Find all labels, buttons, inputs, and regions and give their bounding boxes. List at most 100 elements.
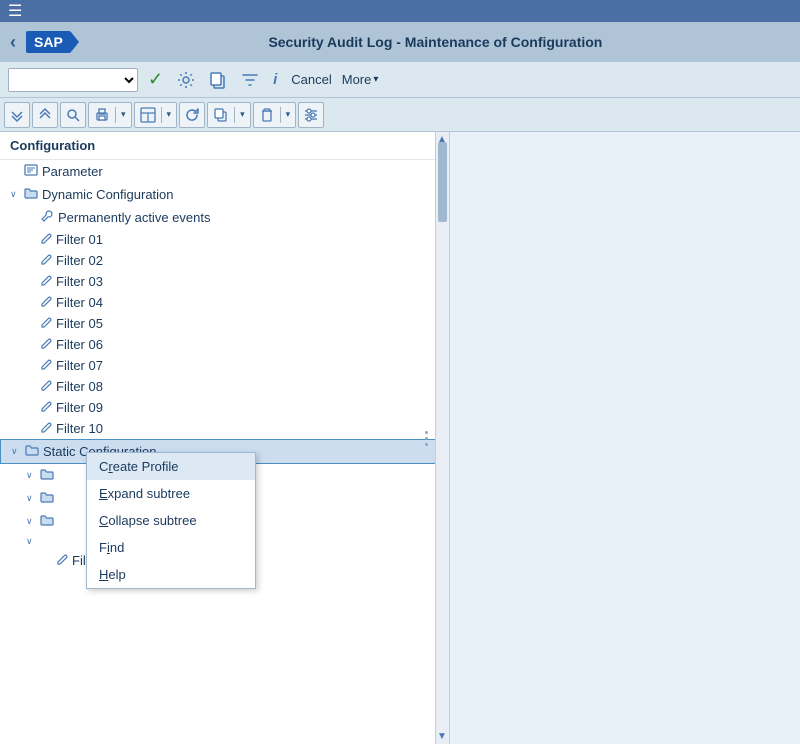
tree-item-label: Filter 02 [56, 253, 103, 268]
drag-dot [425, 443, 428, 446]
copy-button[interactable] [205, 69, 231, 91]
more-button[interactable]: More ▾ [342, 72, 379, 87]
layout-group: ▾ [134, 102, 178, 128]
page-title: Security Audit Log - Maintenance of Conf… [81, 34, 790, 50]
scroll-thumb[interactable] [438, 142, 447, 222]
expand-icon: ∨ [11, 446, 23, 457]
collapse-all-button[interactable] [32, 102, 58, 128]
context-menu-item-expand-subtree[interactable]: Expand subtree [87, 480, 255, 507]
tree-item-label: Parameter [42, 164, 103, 179]
tree-item-label: Filter 01 [56, 232, 103, 247]
edit-icon [40, 253, 52, 268]
print-button[interactable] [89, 103, 115, 127]
cancel-button[interactable]: Cancel [287, 70, 335, 89]
edit-icon [40, 295, 52, 310]
tree-header: Configuration [0, 132, 449, 160]
list-item[interactable]: Filter 08 [0, 376, 449, 397]
underline-char: i [107, 540, 110, 555]
tree-item-label: Filter 08 [56, 379, 103, 394]
delete-dropdown[interactable]: ▾ [281, 103, 296, 127]
tree-item-label: Filter 03 [56, 274, 103, 289]
underline-char: r [108, 459, 112, 474]
folder-icon [40, 490, 54, 507]
scroll-down-arrow[interactable]: ▼ [435, 731, 449, 742]
folder-icon [40, 513, 54, 530]
toolbar-select[interactable] [8, 68, 138, 92]
back-button[interactable]: ‹ [10, 32, 16, 53]
layout-dropdown[interactable]: ▾ [162, 103, 177, 127]
print-group: ▾ [88, 102, 132, 128]
search-button[interactable] [60, 102, 86, 128]
right-panel [450, 132, 800, 744]
expand-icon: ∨ [10, 189, 22, 200]
layout-button[interactable] [135, 103, 161, 127]
drag-handle[interactable] [423, 423, 429, 453]
copy2-button[interactable] [208, 103, 234, 127]
options-button[interactable] [298, 102, 324, 128]
wrench-icon [40, 209, 54, 226]
folder-icon [24, 186, 38, 203]
underline-char: E [99, 486, 108, 501]
main-content: Configuration Parameter ∨ [0, 132, 800, 744]
expand-all-button[interactable] [4, 102, 30, 128]
refresh-button[interactable] [179, 102, 205, 128]
edit-icon [40, 232, 52, 247]
list-item[interactable]: Permanently active events [0, 206, 449, 229]
expand-icon: ∨ [26, 516, 38, 527]
list-item[interactable]: Filter 07 [0, 355, 449, 376]
edit-icon [40, 358, 52, 373]
tree-item-label: Filter 09 [56, 400, 103, 415]
tree-panel: Configuration Parameter ∨ [0, 132, 450, 744]
edit-icon [40, 274, 52, 289]
info-button[interactable]: i [269, 69, 281, 90]
list-item[interactable]: ∨ Dynamic Configuration [0, 183, 449, 206]
check-button[interactable]: ✓ [144, 67, 167, 92]
edit-icon [40, 337, 52, 352]
list-item[interactable]: Filter 05 [0, 313, 449, 334]
drag-dot [425, 431, 428, 434]
tree-scrollbar[interactable]: ▲ ▼ [435, 132, 449, 744]
list-item[interactable]: Filter 03 [0, 271, 449, 292]
drag-dot [425, 437, 428, 440]
settings-button[interactable] [173, 69, 199, 91]
print-dropdown[interactable]: ▾ [116, 103, 131, 127]
copy2-dropdown[interactable]: ▾ [235, 103, 250, 127]
delete-group: ▾ [253, 102, 297, 128]
secondary-toolbar: ▾ ▾ ▾ [0, 98, 800, 132]
list-item[interactable]: Filter 01 [0, 229, 449, 250]
tree-item-label: Filter 07 [56, 358, 103, 373]
tree-item-label: Filter 10 [56, 421, 103, 436]
underline-char: C [99, 513, 108, 528]
list-item[interactable]: Filter 04 [0, 292, 449, 313]
list-item[interactable]: Parameter [0, 160, 449, 183]
tree-body[interactable]: Parameter ∨ Dynamic Configuration [0, 160, 449, 742]
list-item[interactable]: Filter 06 [0, 334, 449, 355]
expand-icon: ∨ [26, 536, 38, 547]
context-menu-item-collapse-subtree[interactable]: Collapse subtree [87, 507, 255, 534]
expand-icon: ∨ [26, 493, 38, 504]
folder-icon [25, 443, 39, 460]
edit-icon [40, 316, 52, 331]
tree-item-label: Filter 05 [56, 316, 103, 331]
tree-item-label: Permanently active events [58, 210, 210, 225]
edit-icon [40, 421, 52, 436]
list-item[interactable]: Filter 10 [0, 418, 449, 439]
edit-icon [40, 400, 52, 415]
filter-button[interactable] [237, 69, 263, 91]
edit-icon [56, 553, 68, 568]
main-toolbar: ✓ i Cancel More ▾ [0, 62, 800, 98]
edit-icon [40, 379, 52, 394]
context-menu-item-help[interactable]: Help [87, 561, 255, 588]
hamburger-icon[interactable]: ☰ [8, 1, 22, 21]
tree-item-label: Dynamic Configuration [42, 187, 174, 202]
parameter-icon [24, 163, 38, 180]
context-menu-item-create-profile[interactable]: Create Profile [87, 453, 255, 480]
delete-button[interactable] [254, 103, 280, 127]
sap-logo: SAP [26, 31, 71, 53]
menu-bar: ☰ [0, 0, 800, 22]
context-menu-item-find[interactable]: Find [87, 534, 255, 561]
more-label: More [342, 72, 372, 87]
list-item[interactable]: Filter 09 [0, 397, 449, 418]
tree-item-label: Filter 04 [56, 295, 103, 310]
list-item[interactable]: Filter 02 [0, 250, 449, 271]
